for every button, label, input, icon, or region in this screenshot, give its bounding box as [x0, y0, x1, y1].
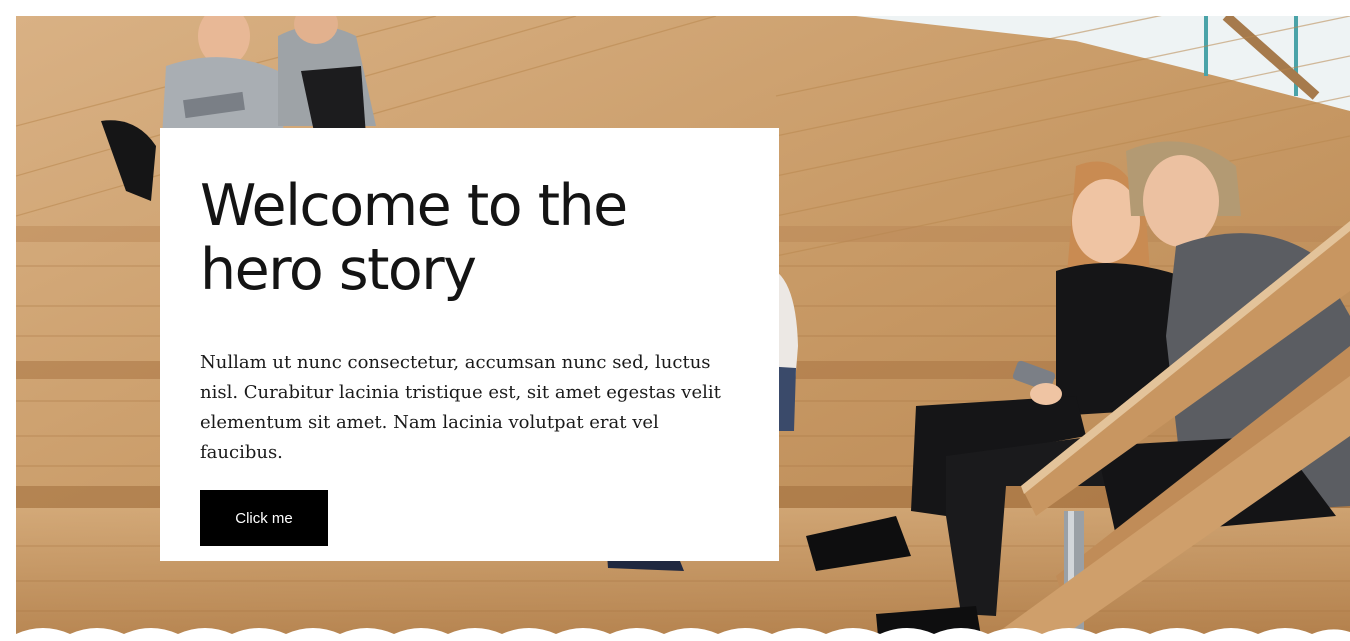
hero-card: Welcome to the hero story Nullam ut nunc… — [160, 128, 779, 561]
click-me-button[interactable]: Click me — [200, 490, 328, 546]
hero-title: Welcome to the hero story — [200, 173, 628, 303]
wave-divider — [16, 628, 1350, 641]
hero-body-text: Nullam ut nunc consectetur, accumsan nun… — [200, 352, 721, 463]
hero-section: Welcome to the hero story Nullam ut nunc… — [16, 16, 1350, 641]
